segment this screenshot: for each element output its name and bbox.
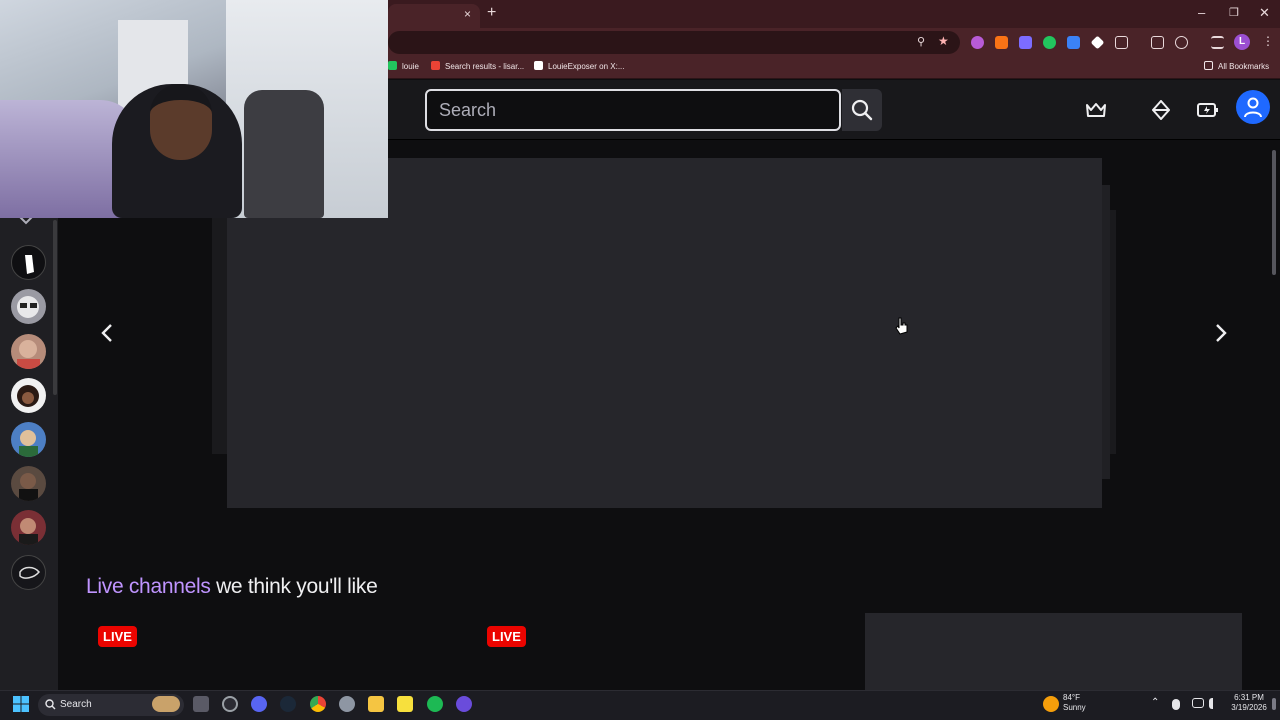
- sidebar-channel-avatar[interactable]: [11, 378, 46, 413]
- extensions-puzzle-icon[interactable]: [1115, 36, 1128, 49]
- taskbar-clock[interactable]: 6:31 PM 3/19/2026: [1228, 693, 1270, 713]
- carousel-next-button[interactable]: [1209, 321, 1233, 345]
- bookmark-search-results[interactable]: Search results - lisar...: [431, 61, 524, 71]
- extension-blue-icon[interactable]: [1067, 36, 1080, 49]
- all-bookmarks[interactable]: All Bookmarks: [1204, 61, 1269, 71]
- sidebar-channel-avatar[interactable]: [11, 289, 46, 324]
- tray-chevron-up-icon[interactable]: ⌃: [1151, 697, 1159, 708]
- tab-search-icon[interactable]: [1211, 36, 1224, 49]
- user-avatar-icon: [1244, 97, 1262, 118]
- minimize-icon[interactable]: –: [1198, 5, 1205, 20]
- section-title-live-channels: Live channels we think you'll like: [86, 575, 378, 599]
- extension-green-icon[interactable]: [1043, 36, 1056, 49]
- hand-cursor-icon: [895, 317, 908, 335]
- section-title-rest: we think you'll like: [210, 575, 378, 598]
- screen: × + – ❐ ✕ ⚲ ★ L ⋮ louie Search results -…: [0, 0, 1280, 720]
- prime-diamond-icon[interactable]: [1147, 96, 1175, 124]
- folder-icon: [1204, 61, 1213, 70]
- search-icon: [851, 99, 873, 121]
- chrome-alt-icon[interactable]: [222, 696, 238, 712]
- weather-sun-icon[interactable]: [1043, 696, 1059, 712]
- new-tab-button[interactable]: +: [487, 4, 496, 22]
- profile-icon[interactable]: L: [1234, 34, 1250, 50]
- search-input[interactable]: [425, 89, 841, 131]
- spotify-icon[interactable]: [427, 696, 443, 712]
- carousel-side-card-right[interactable]: [1102, 185, 1110, 479]
- weather-widget[interactable]: 84°F Sunny: [1063, 693, 1086, 713]
- sidebar-channel-avatar[interactable]: [11, 245, 46, 280]
- webcam-overlay: [0, 0, 388, 218]
- zoom-icon[interactable]: ⚲: [917, 35, 925, 48]
- close-window-icon[interactable]: ✕: [1259, 5, 1270, 21]
- webcam-person-head: [150, 84, 212, 160]
- webcam-gaming-chair: [244, 90, 324, 218]
- network-icon[interactable]: [1192, 698, 1204, 708]
- stream-thumbnail[interactable]: [865, 613, 1242, 690]
- bits-battery-icon[interactable]: [1194, 96, 1222, 124]
- bookmark-louieexposer[interactable]: LouieExposer on X:...: [534, 61, 625, 71]
- sticky-notes-icon[interactable]: [397, 696, 413, 712]
- windows-start-icon[interactable]: [13, 696, 29, 712]
- app-ring-icon[interactable]: [456, 696, 472, 712]
- show-desktop-button[interactable]: [1272, 698, 1276, 710]
- omnibox[interactable]: [388, 31, 960, 54]
- chevron-right-icon: [1216, 324, 1227, 342]
- cast-icon[interactable]: [1151, 36, 1164, 49]
- live-badge: LIVE: [98, 626, 137, 647]
- bookmark-star-icon[interactable]: ★: [938, 34, 949, 48]
- chevron-left-icon: [101, 324, 112, 342]
- sidebar-channel-avatar[interactable]: [11, 334, 46, 369]
- live-badge: LIVE: [487, 626, 526, 647]
- extension-u-icon[interactable]: [971, 36, 984, 49]
- history-icon[interactable]: [1175, 36, 1188, 49]
- chrome-icon[interactable]: [310, 696, 326, 712]
- settings-gear-icon[interactable]: [339, 696, 355, 712]
- microphone-icon[interactable]: [1172, 699, 1180, 710]
- restore-icon[interactable]: ❐: [1229, 6, 1239, 19]
- file-explorer-icon[interactable]: [368, 696, 384, 712]
- kick-icon: [388, 61, 397, 70]
- main-scrollbar[interactable]: [1272, 150, 1276, 275]
- bookmark-louie[interactable]: louie: [388, 61, 419, 71]
- windows-taskbar: [0, 690, 1280, 720]
- sidebar-channel-avatar[interactable]: [11, 555, 46, 590]
- carousel-side-card-right-2[interactable]: [1110, 210, 1116, 454]
- discord-icon[interactable]: [251, 696, 267, 712]
- x-logo-icon: [534, 61, 543, 70]
- carousel-prev-button[interactable]: [95, 321, 119, 345]
- steam-icon[interactable]: [280, 696, 296, 712]
- extension-flame-icon[interactable]: [995, 36, 1008, 49]
- menu-kebab-icon[interactable]: ⋮: [1262, 34, 1274, 48]
- extension-twitch-icon[interactable]: [1019, 36, 1032, 49]
- crown-icon[interactable]: [1082, 96, 1110, 124]
- gmail-icon: [431, 61, 440, 70]
- sidebar-channel-avatar[interactable]: [11, 422, 46, 457]
- section-title-highlight[interactable]: Live channels: [86, 575, 211, 598]
- volume-icon[interactable]: [1209, 698, 1220, 709]
- taskbar-search-icon: [45, 699, 56, 710]
- sidebar-channel-avatar[interactable]: [11, 466, 46, 501]
- sidebar-scrollbar[interactable]: [53, 220, 57, 395]
- carousel-side-card-left[interactable]: [212, 210, 227, 454]
- close-tab-icon[interactable]: ×: [464, 7, 471, 21]
- sidebar-channel-avatar[interactable]: [11, 510, 46, 545]
- task-view-icon[interactable]: [193, 696, 209, 712]
- search-highlight-icon: [152, 696, 180, 712]
- search-button[interactable]: [842, 89, 882, 131]
- user-avatar-button[interactable]: [1236, 90, 1270, 124]
